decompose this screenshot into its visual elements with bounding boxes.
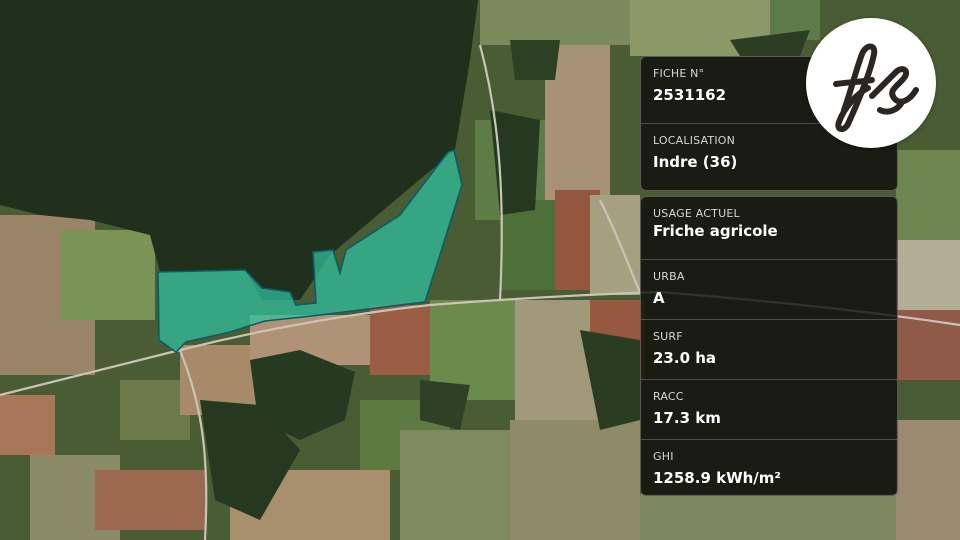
ghi-label: GHI — [653, 450, 674, 463]
usage-row: USAGE ACTUEL Friche agricole — [641, 197, 897, 260]
fiche-value: 2531162 — [653, 86, 727, 104]
racc-label: RACC — [653, 390, 684, 403]
fs-monogram-logo — [806, 18, 936, 148]
ghi-row: GHI 1258.9 kWh/m² — [641, 440, 897, 495]
urba-label: URBA — [653, 270, 685, 283]
urba-value: A — [653, 289, 665, 307]
surf-value: 23.0 ha — [653, 349, 717, 367]
racc-row: RACC 17.3 km — [641, 380, 897, 440]
fiche-label: FICHE N° — [653, 67, 705, 80]
usage-label: USAGE ACTUEL — [653, 207, 740, 220]
usage-value: Friche agricole — [653, 222, 778, 240]
ghi-value: 1258.9 kWh/m² — [653, 469, 781, 487]
urba-row: URBA A — [641, 260, 897, 320]
racc-value: 17.3 km — [653, 409, 721, 427]
fs-logo-icon — [833, 43, 919, 132]
surf-label: SURF — [653, 330, 683, 343]
surf-row: SURF 23.0 ha — [641, 320, 897, 380]
localisation-label: LOCALISATION — [653, 134, 736, 147]
localisation-value: Indre (36) — [653, 153, 738, 171]
details-card: USAGE ACTUEL Friche agricole URBA A SURF… — [640, 196, 898, 496]
